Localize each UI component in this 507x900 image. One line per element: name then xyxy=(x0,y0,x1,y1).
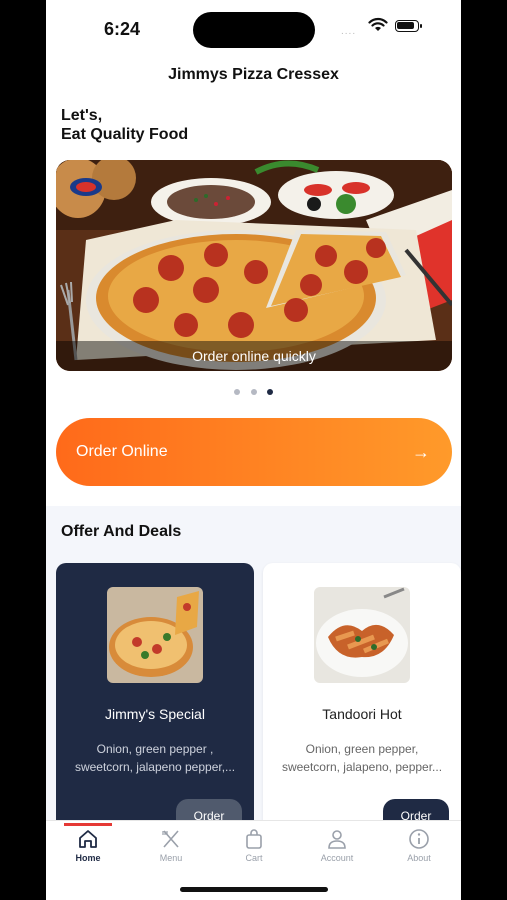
arrow-right-icon: → xyxy=(412,441,430,462)
banner-caption: Order online quickly xyxy=(56,341,452,371)
tab-label: Account xyxy=(320,853,354,863)
active-tab-indicator xyxy=(64,823,112,826)
pizza-banner-image xyxy=(56,160,452,371)
tab-account[interactable]: Account xyxy=(307,825,367,863)
tab-home[interactable]: Home xyxy=(58,823,118,863)
tab-label: Cart xyxy=(245,853,263,863)
order-online-label: Order Online xyxy=(76,443,168,460)
home-indicator xyxy=(180,887,328,892)
order-online-button[interactable]: Order Online → xyxy=(56,418,452,486)
deal-description-line-2: sweetcorn, jalapeno, pepper... xyxy=(281,760,443,774)
bag-icon xyxy=(246,829,262,849)
tab-menu[interactable]: Menu xyxy=(141,825,201,863)
wifi-icon xyxy=(368,17,388,31)
deal-name: Jimmy's Special xyxy=(105,706,205,722)
signal-icon: .... xyxy=(341,26,357,37)
deal-image xyxy=(314,587,410,683)
status-time: 6:24 xyxy=(104,19,141,39)
offers-title: Offer And Deals xyxy=(61,523,182,540)
carousel-dot-3[interactable] xyxy=(266,389,273,395)
greeting-line-1: Let's, xyxy=(61,107,103,124)
carousel-dot-2[interactable] xyxy=(250,389,257,395)
tab-label: About xyxy=(407,853,431,863)
deal-description: Onion, green pepper, sweetcorn, jalapeno… xyxy=(271,740,453,776)
carousel-dots[interactable] xyxy=(46,382,461,400)
offers-section: Offer And Deals Jimmy's Special Onion, g… xyxy=(46,506,461,833)
tab-label: Menu xyxy=(159,853,183,863)
cutlery-icon xyxy=(162,830,179,848)
info-icon xyxy=(409,829,429,849)
tab-cart[interactable]: Cart xyxy=(224,825,284,863)
user-icon xyxy=(328,830,346,849)
deal-image xyxy=(107,587,203,683)
tab-about[interactable]: About xyxy=(389,825,449,863)
home-icon xyxy=(79,830,97,848)
carousel-dot-1[interactable] xyxy=(234,389,241,395)
app-screen: 6:24 .... Jimmys Pizza Cressex Let's, Ea… xyxy=(46,0,461,900)
battery-icon xyxy=(395,20,422,32)
deal-card[interactable]: Tandoori Hot Onion, green pepper, sweetc… xyxy=(263,563,461,833)
deal-name: Tandoori Hot xyxy=(322,706,402,722)
deal-description-line-1: Onion, green pepper, xyxy=(305,742,419,756)
deal-card[interactable]: Jimmy's Special Onion, green pepper , sw… xyxy=(56,563,254,833)
deal-description: Onion, green pepper , sweetcorn, jalapen… xyxy=(64,740,246,776)
tab-label: Home xyxy=(75,853,101,863)
deal-description-line-2: sweetcorn, jalapeno pepper,... xyxy=(74,760,236,774)
greeting-line-2: Eat Quality Food xyxy=(61,126,189,143)
greeting: Let's, Eat Quality Food xyxy=(61,106,188,144)
page-title: Jimmys Pizza Cressex xyxy=(168,66,339,83)
dynamic-island xyxy=(193,12,315,48)
deal-description-line-1: Onion, green pepper , xyxy=(96,742,214,756)
banner-carousel[interactable]: Order online quickly xyxy=(56,160,452,371)
status-bar: 6:24 .... xyxy=(46,0,461,58)
